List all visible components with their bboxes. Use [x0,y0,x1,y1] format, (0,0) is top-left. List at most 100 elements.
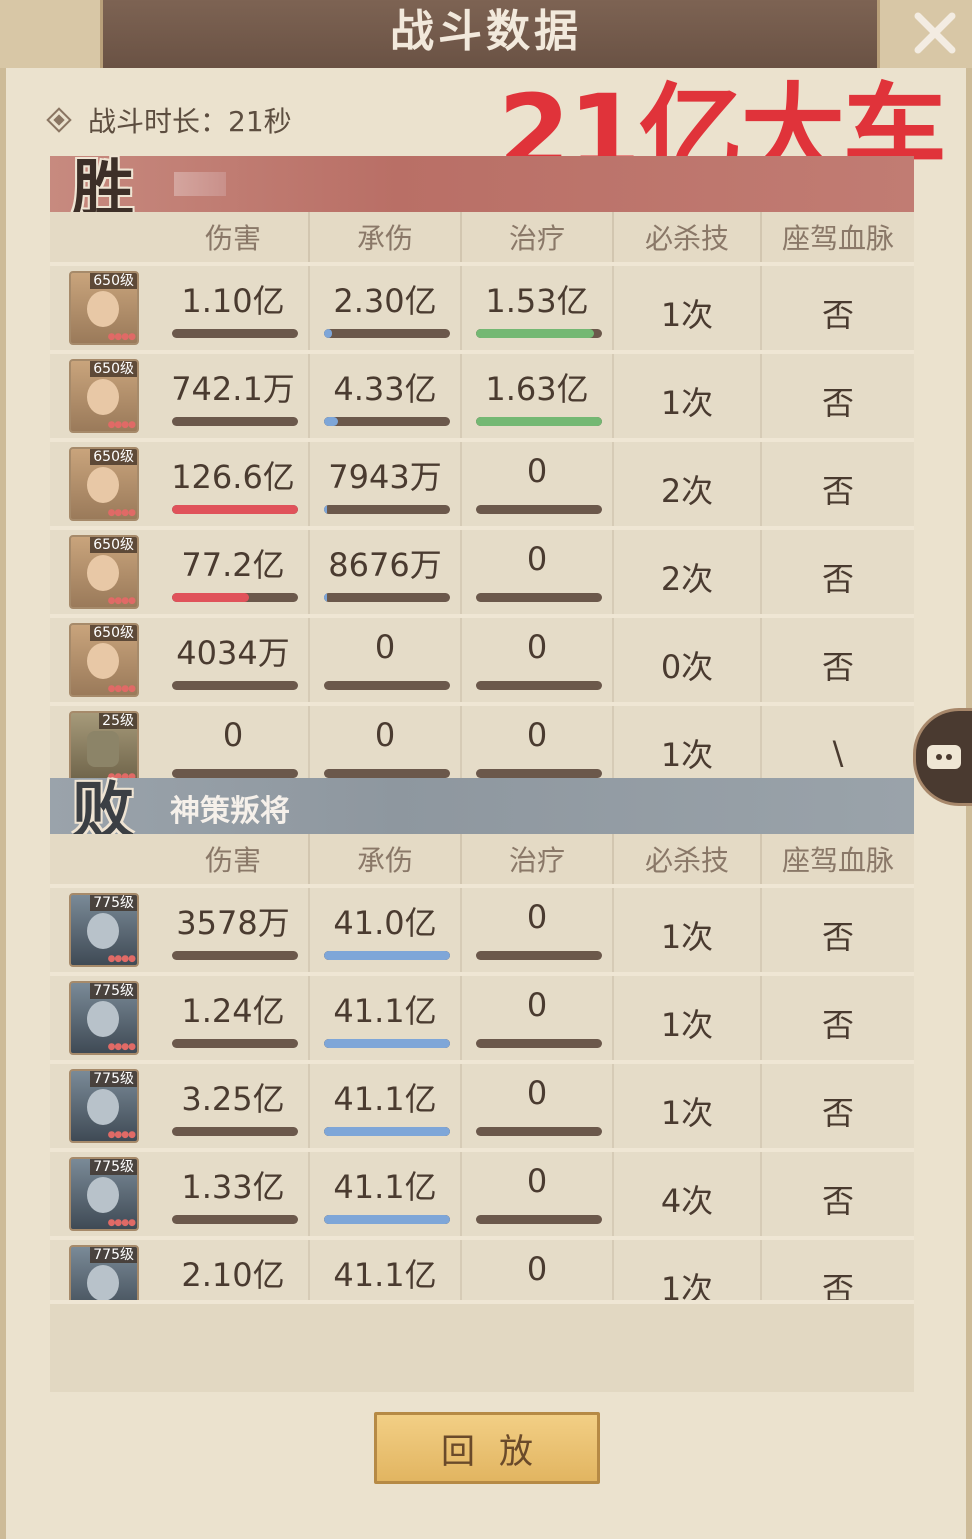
page-title: 战斗数据 [390,6,582,57]
taken-bar-fill [324,1215,450,1224]
hero-portrait [87,467,119,503]
ult-count: 1次 [660,1006,714,1044]
taken-bar [324,329,450,338]
heal-bar [476,593,602,602]
col-heal: 治疗 [462,834,614,884]
mount-bloodline: 否 [821,560,854,598]
heal-value: 0 [526,1250,548,1288]
hero-portrait [87,643,119,679]
mount-bloodline: 否 [821,1094,854,1132]
heal-value: 0 [526,540,548,578]
damage-bar [172,1215,298,1224]
ult-count: 2次 [660,472,714,510]
hero-avatar[interactable]: 650级 ●●●● [69,623,139,697]
hero-portrait [87,291,119,327]
taken-bar-fill [324,1039,450,1048]
taken-value: 4.33亿 [333,370,437,408]
ult-count: 1次 [660,296,714,334]
damage-bar [172,329,298,338]
hero-portrait [87,379,119,415]
win-team-header: 胜 [50,152,914,225]
replay-button[interactable]: 回放 [374,1412,600,1484]
taken-value: 41.0亿 [333,904,437,942]
hero-avatar[interactable]: 775级 ●●●● [69,1069,139,1143]
banner-left-ornament [0,0,103,68]
hero-avatar[interactable]: 775级 ●●●● [69,893,139,967]
damage-value: 2.10亿 [181,1256,285,1294]
hero-portrait [87,1089,119,1125]
heal-value: 0 [526,1162,548,1200]
table-row: 775级 ●●●● 1.24亿 41.1亿 0 1次 否 [50,972,914,1060]
heal-value: 0 [526,986,548,1024]
hero-avatar[interactable]: 650级 ●●●● [69,447,139,521]
taken-value: 41.1亿 [333,1256,437,1294]
hero-avatar[interactable]: 650级 ●●●● [69,359,139,433]
heal-bar [476,1215,602,1224]
damage-bar [172,417,298,426]
hero-level: 650级 [90,625,137,641]
taken-bar-fill [324,951,450,960]
col-ult: 必杀技 [614,212,762,262]
title-banner: 战斗数据 [0,0,972,71]
damage-bar-fill [172,593,249,602]
heal-value: 1.53亿 [485,282,589,320]
heal-bar [476,505,602,514]
heal-bar [476,769,602,778]
hero-portrait [87,1001,119,1037]
col-taken: 承伤 [310,834,462,884]
lose-team-table: 伤害 承伤 治疗 必杀技 座驾血脉 775级 ●●●● 3578万 41.0亿 0 1次否… [50,834,914,1324]
hero-avatar[interactable]: 650级 ●●●● [69,271,139,345]
taken-value: 41.1亿 [333,1168,437,1206]
taken-bar [324,1215,450,1224]
heal-value: 0 [526,1074,548,1112]
empty-row-area [50,1300,914,1392]
taken-value: 0 [374,628,396,666]
star-rating-icon: ●●●● [107,1042,136,1052]
taken-value: 2.30亿 [333,282,437,320]
taken-value: 41.1亿 [333,992,437,1030]
ult-count: 0次 [660,648,714,686]
damage-bar-fill [172,505,298,514]
table-header: 伤害 承伤 治疗 必杀技 座驾血脉 [50,834,914,884]
table-row: 775级 ●●●● 1.33亿 41.1亿 0 4次 否 [50,1148,914,1236]
damage-value: 0 [222,716,244,754]
heal-bar-fill [476,329,595,338]
hero-avatar[interactable]: 775级 ●●●● [69,981,139,1055]
mount-bloodline: 否 [821,918,854,956]
chat-icon [927,745,961,769]
mount-bloodline: 否 [821,472,854,510]
ult-count: 1次 [660,384,714,422]
hero-level: 650级 [90,449,137,465]
taken-bar [324,505,450,514]
taken-bar [324,417,450,426]
taken-bar-fill [324,417,338,426]
diamond-icon [46,107,72,133]
heal-value: 0 [526,452,548,490]
close-button[interactable] [908,6,962,60]
damage-value: 742.1万 [171,370,295,408]
star-rating-icon: ●●●● [107,954,136,964]
hero-level: 775级 [90,1071,137,1087]
col-ult: 必杀技 [614,834,762,884]
taken-value: 41.1亿 [333,1080,437,1118]
heal-bar [476,681,602,690]
taken-value: 0 [374,716,396,754]
damage-value: 77.2亿 [181,546,285,584]
damage-value: 3578万 [176,904,290,942]
mount-bloodline: 否 [821,384,854,422]
table-row: 650级 ●●●● 4034万 0 0 0次 否 [50,614,914,702]
table-row: 775级 ●●●● 3.25亿 41.1亿 0 1次 否 [50,1060,914,1148]
taken-bar [324,593,450,602]
hero-portrait [87,1265,119,1301]
table-row: 650级 ●●●● 1.10亿 2.30亿 1.53亿 1次 否 [50,262,914,350]
star-rating-icon: ●●●● [107,1130,136,1140]
enemy-team-name: 神策叛将 [170,794,290,829]
ult-count: 1次 [660,736,714,774]
lose-team-header: 败 神策叛将 [50,774,914,847]
hero-avatar[interactable]: 650级 ●●●● [69,535,139,609]
ult-count: 4次 [660,1182,714,1220]
damage-bar [172,769,298,778]
damage-bar [172,593,298,602]
hero-avatar[interactable]: 775级 ●●●● [69,1157,139,1231]
taken-value: 8676万 [328,546,442,584]
